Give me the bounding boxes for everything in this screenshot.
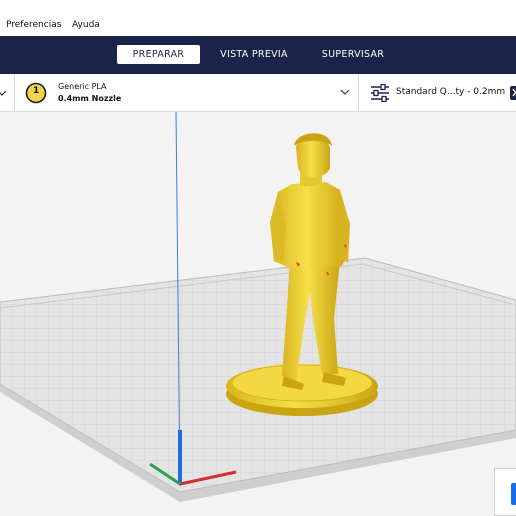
action-panel[interactable]: [494, 468, 516, 516]
marketplace-icon[interactable]: [509, 85, 516, 101]
sliders-icon: [371, 84, 389, 102]
stage-bar: PREPARAR VISTA PREVIA SUPERVISAR: [0, 36, 516, 74]
3d-viewport[interactable]: [0, 112, 516, 516]
print-settings-selector[interactable]: Standard Q...ty - 0.2mm: [359, 74, 509, 112]
material-name: Generic PLA: [58, 82, 107, 91]
print-setup-toolbar: 1 Generic PLA 0.4mm Nozzle Standard Q...…: [0, 74, 516, 112]
tab-preview[interactable]: VISTA PREVIA: [214, 45, 294, 64]
chevron-down-icon[interactable]: [0, 88, 7, 98]
extruder-selector[interactable]: 1 Generic PLA 0.4mm Nozzle: [15, 74, 357, 112]
scene: [0, 112, 516, 502]
nozzle-size: 0.4mm Nozzle: [58, 94, 122, 103]
menu-bar: Preferencias Ayuda: [0, 0, 516, 36]
extruder-number: 1: [33, 86, 40, 96]
print-profile-label: Standard Q...ty - 0.2mm: [396, 87, 506, 97]
cura-window: Preferencias Ayuda PREPARAR VISTA PREVIA…: [0, 0, 516, 516]
menu-preferences[interactable]: Preferencias: [6, 20, 61, 30]
chevron-down-icon: [340, 89, 350, 95]
menu-help[interactable]: Ayuda: [72, 20, 100, 30]
slice-button[interactable]: [511, 483, 516, 505]
tab-prepare[interactable]: PREPARAR: [117, 45, 200, 64]
tab-monitor[interactable]: SUPERVISAR: [316, 45, 390, 64]
